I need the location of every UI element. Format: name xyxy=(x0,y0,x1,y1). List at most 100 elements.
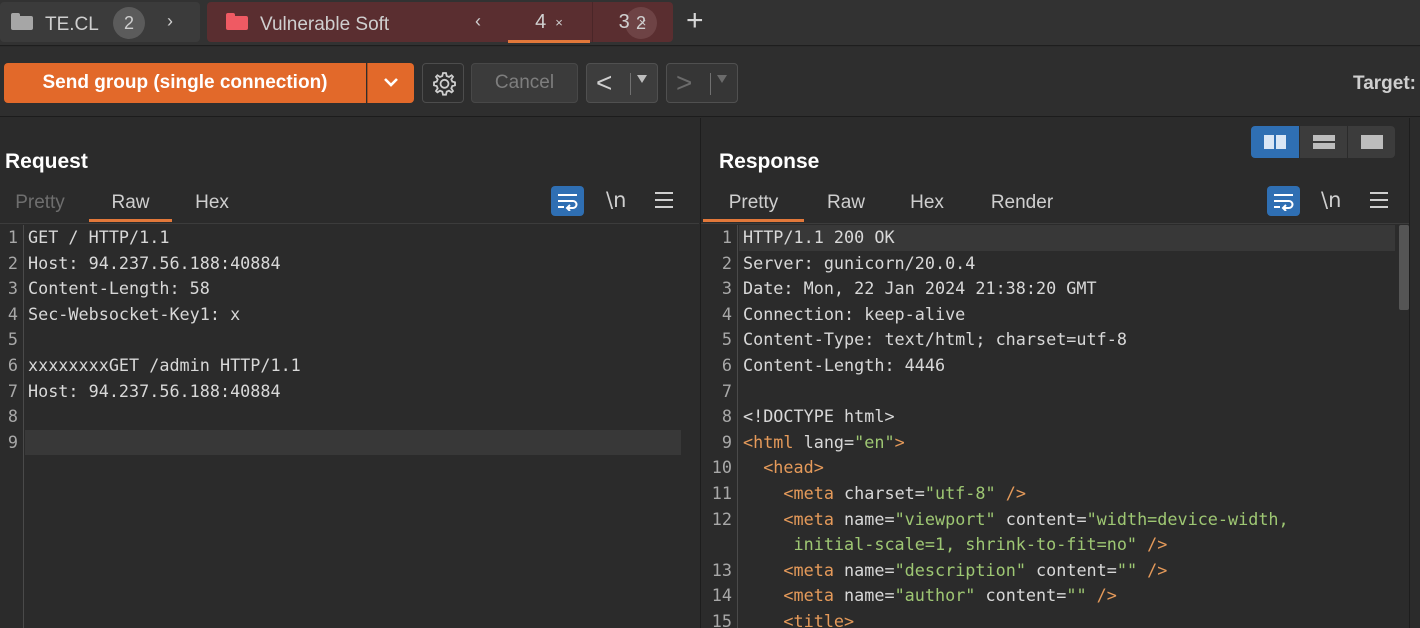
request-editor[interactable]: 1 GET / HTTP/1.1 2 Host: 94.237.56.188:4088… xyxy=(0,225,699,628)
word-wrap-toggle[interactable] xyxy=(551,186,584,216)
tab-hex[interactable]: Hex xyxy=(909,192,945,214)
word-wrap-icon xyxy=(1274,194,1294,211)
layout-side-by-side-button[interactable] xyxy=(1251,126,1299,158)
syntax-token: "en" xyxy=(854,431,895,452)
show-newlines-icon[interactable]: \n xyxy=(1321,188,1341,212)
single-pane-icon xyxy=(1361,135,1383,149)
line-number: 2 xyxy=(7,252,18,273)
tab-group-name: TE.CL xyxy=(45,14,99,35)
syntax-token: /> xyxy=(1086,585,1117,606)
chevron-right-icon[interactable]: › xyxy=(167,11,173,32)
response-panel: Response Pretty Raw Hex Render \n 1 HTTP/… xyxy=(700,118,1420,628)
tab-render[interactable]: Render xyxy=(989,192,1055,214)
panel-title: Response xyxy=(719,150,820,173)
line-number: 2 xyxy=(721,252,732,273)
history-back-button[interactable]: < xyxy=(586,63,658,103)
syntax-token: charset= xyxy=(844,483,925,503)
line-text: Content-Length: 4446 xyxy=(743,355,946,375)
line-text: <meta charset="utf-8" /> xyxy=(743,481,1026,507)
line-text: Host: 94.237.56.188:40884 xyxy=(28,252,281,273)
line-text: Date: Mon, 22 Jan 2024 21:38:20 GMT xyxy=(743,278,1097,299)
close-icon[interactable]: × xyxy=(555,15,563,30)
line-number: 4 xyxy=(721,303,732,324)
line-text: Host: 94.237.56.188:40884 xyxy=(28,380,281,401)
tab-3[interactable]: 3 × xyxy=(592,2,672,42)
tab-raw[interactable]: Raw xyxy=(89,192,172,222)
line-text: HTTP/1.1 200 OK xyxy=(743,227,895,247)
line-text: Content-Type: text/html; charset=utf-8 xyxy=(743,329,1127,350)
menu-icon[interactable] xyxy=(655,192,673,208)
send-options-dropdown[interactable] xyxy=(367,63,414,103)
rows-icon xyxy=(1313,135,1335,149)
line-number: 7 xyxy=(721,380,732,401)
layout-switcher xyxy=(1251,126,1395,158)
tab-bar: TE.CL 2 › Vulnerable Soft 2 ‹ 4 × 3 × + xyxy=(0,0,1420,46)
syntax-token: content= xyxy=(995,508,1087,529)
line-number: 15 xyxy=(711,611,732,628)
tab-4[interactable]: 4 × xyxy=(508,2,590,43)
syntax-token: > xyxy=(894,431,905,452)
line-number: 13 xyxy=(711,559,732,580)
layout-stacked-button[interactable] xyxy=(1299,126,1347,158)
tab-group-te-cl[interactable]: TE.CL 2 › xyxy=(0,2,200,42)
tab-pretty[interactable]: Pretty xyxy=(703,192,804,222)
line-text: <head> xyxy=(743,455,824,481)
tab-raw[interactable]: Raw xyxy=(827,192,865,214)
line-number: 8 xyxy=(7,406,18,427)
new-tab-plus-icon[interactable]: + xyxy=(686,6,704,36)
line-number: 11 xyxy=(711,483,732,503)
line-number: 1 xyxy=(721,227,732,247)
line-number: 10 xyxy=(711,457,732,478)
dropdown-triangle-icon[interactable] xyxy=(717,75,727,83)
line-text: Sec-Websocket-Key1: x xyxy=(28,303,241,324)
tab-group-count: 2 xyxy=(113,7,145,39)
line-number: 7 xyxy=(7,380,18,401)
line-number: 1 xyxy=(7,227,18,247)
arrow-right-icon: > xyxy=(676,67,693,98)
word-wrap-icon xyxy=(558,194,578,211)
line-number: 8 xyxy=(721,406,732,427)
line-number: 6 xyxy=(7,355,18,375)
chevron-down-icon xyxy=(384,78,398,87)
syntax-token: content= xyxy=(975,585,1067,606)
line-text: initial-scale=1, shrink-to-fit=no" /> xyxy=(743,532,1168,558)
current-line-highlight xyxy=(25,429,681,456)
line-number: 3 xyxy=(7,278,18,299)
word-wrap-toggle[interactable] xyxy=(1267,186,1300,216)
response-editor[interactable]: 1 HTTP/1.1 200 OK 2 Server: gunicorn/20.0.4… xyxy=(701,225,1411,628)
divider xyxy=(710,73,711,95)
line-number: 4 xyxy=(7,303,18,324)
arrow-left-icon: < xyxy=(596,67,613,98)
syntax-token: <head> xyxy=(743,457,824,478)
line-text: <meta name="viewport" content="width=dev… xyxy=(743,507,1288,533)
line-text: xxxxxxxxGET /admin HTTP/1.1 xyxy=(28,355,301,375)
history-forward-button[interactable]: > xyxy=(666,63,738,103)
layout-tabs-button[interactable] xyxy=(1347,126,1395,158)
right-edge-panel xyxy=(1409,118,1420,628)
line-text: <title> xyxy=(743,609,854,628)
show-newlines-icon[interactable]: \n xyxy=(606,188,626,212)
line-text: <meta name="author" content="" /> xyxy=(743,583,1117,609)
line-number: 12 xyxy=(711,508,732,529)
syntax-token: <meta xyxy=(743,508,845,529)
chevron-left-icon[interactable]: ‹ xyxy=(475,11,481,32)
target-label[interactable]: Target: xyxy=(1353,73,1416,95)
folder-icon xyxy=(226,13,248,30)
gear-icon xyxy=(433,72,456,96)
scrollbar-thumb[interactable] xyxy=(1399,225,1409,310)
line-text: Server: gunicorn/20.0.4 xyxy=(743,252,976,273)
send-group-button[interactable]: Send group (single connection) xyxy=(4,63,366,103)
settings-button[interactable] xyxy=(422,63,464,103)
dropdown-triangle-icon[interactable] xyxy=(637,75,647,83)
line-number: 9 xyxy=(7,431,18,452)
syntax-token: <html xyxy=(743,431,804,452)
tab-hex[interactable]: Hex xyxy=(192,192,232,214)
menu-icon[interactable] xyxy=(1370,192,1388,208)
tab-pretty[interactable]: Pretty xyxy=(12,192,68,214)
tab-label: 4 xyxy=(535,10,547,33)
close-icon[interactable]: × xyxy=(639,15,647,30)
cancel-button[interactable]: Cancel xyxy=(471,63,578,103)
syntax-token: "description" xyxy=(894,559,1026,580)
syntax-token: <meta xyxy=(743,585,845,606)
tab-group-name: Vulnerable Soft xyxy=(260,14,390,35)
